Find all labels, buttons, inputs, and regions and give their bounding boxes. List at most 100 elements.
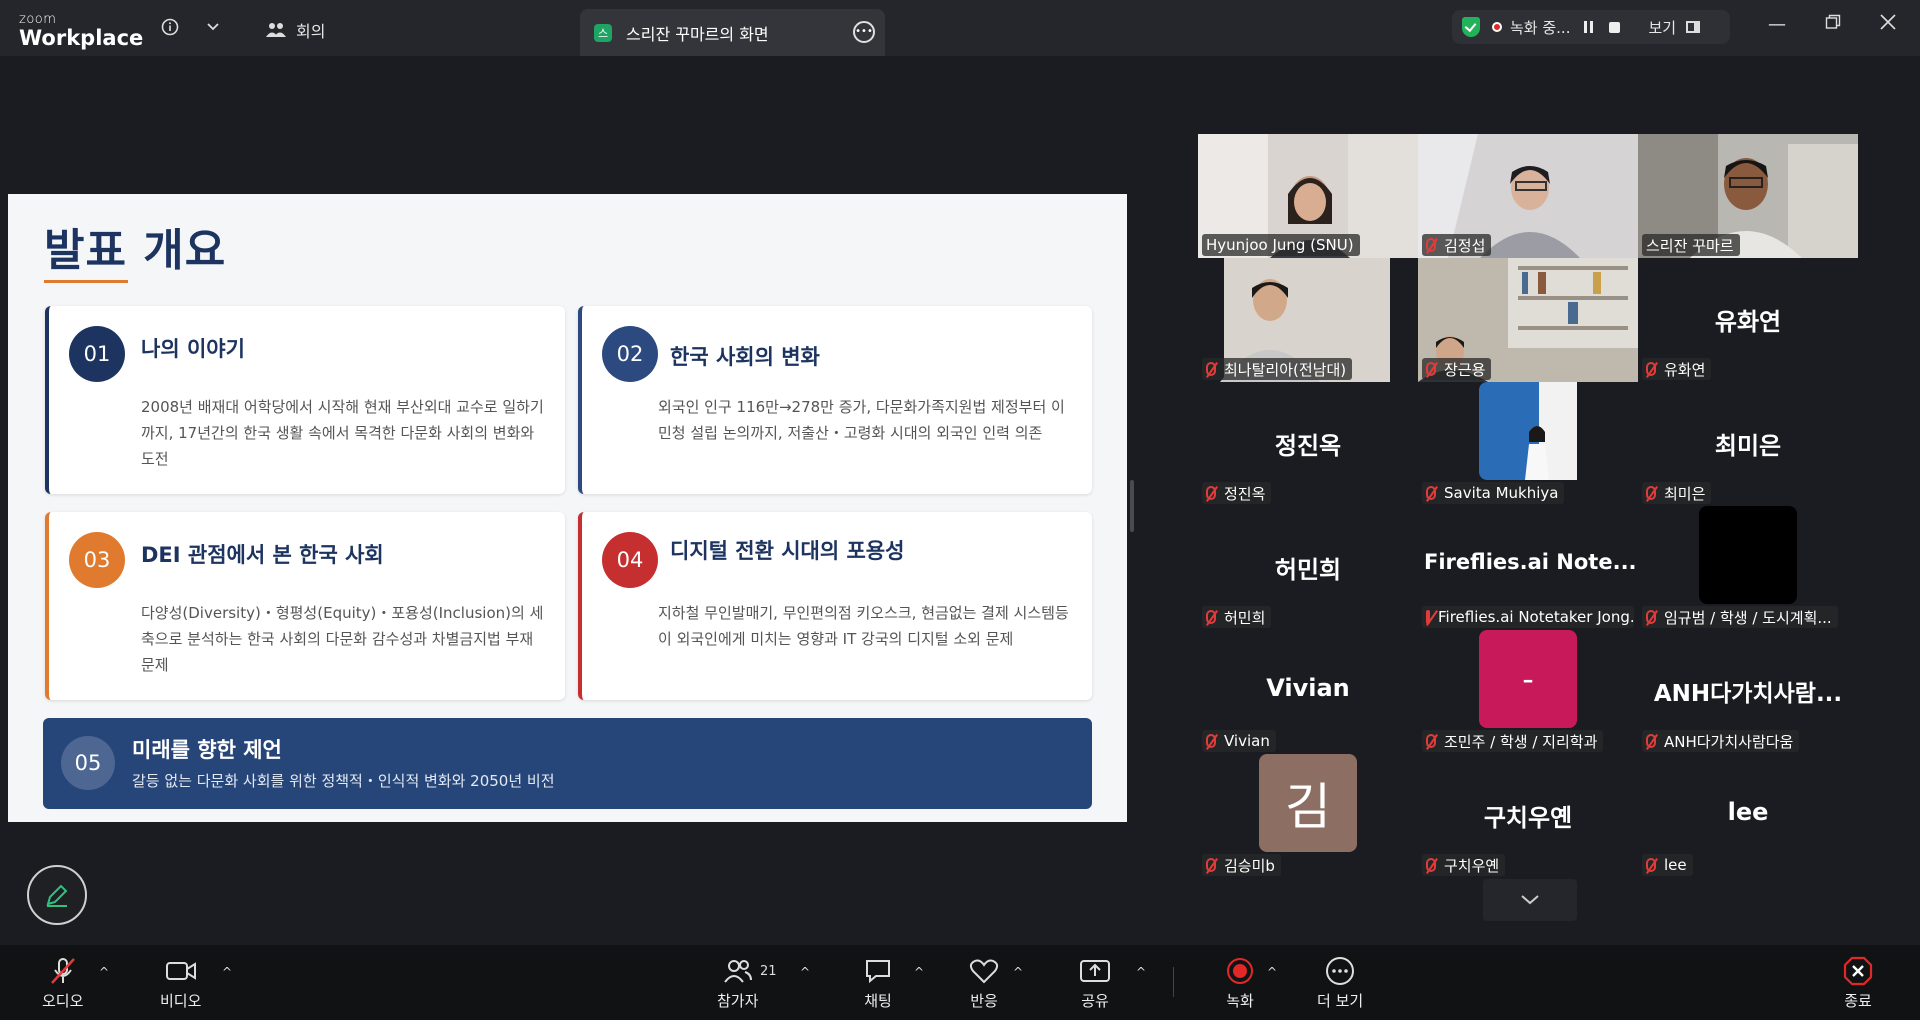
card-description: 다양성(Diversity)・형평성(Equity)・포용성(Inclusion… (141, 604, 544, 674)
shared-slide: 발표 개요 01 나의 이야기 2008년 배재대 어학당에서 시작해 현재 부… (8, 194, 1127, 822)
participant-tile[interactable]: ANH다가치사람... ANH다가치사람다움 (1638, 630, 1858, 754)
participant-tile[interactable]: Fireflies.ai Note... Fireflies.ai Noteta… (1418, 506, 1638, 630)
participant-display-name: 구치우옌 (1483, 804, 1573, 832)
participants-options-caret[interactable]: ^ (800, 965, 810, 979)
close-icon[interactable] (1880, 14, 1896, 35)
participant-tile[interactable]: 정진옥 정진옥 (1198, 382, 1418, 506)
participant-tile[interactable]: 임규범 / 학생 / 도시계획... (1638, 506, 1858, 630)
participant-tile[interactable]: Hyunjoo Jung (SNU) (1198, 134, 1418, 258)
video-options-caret[interactable]: ^ (222, 965, 232, 979)
muted-mic-icon (1426, 238, 1436, 252)
participant-display-name: Fireflies.ai Note... (1424, 550, 1637, 574)
more-label: 더 보기 (1317, 992, 1364, 1010)
profile-photo (1479, 382, 1577, 480)
participant-name: 최나탈리아(전남대) (1202, 358, 1353, 380)
participant-tile[interactable]: Savita Mukhiya (1418, 382, 1638, 506)
more-button[interactable]: 더 보기 (1317, 955, 1363, 1011)
participant-name: 유화연 (1642, 358, 1712, 380)
chat-button[interactable]: 채팅 (864, 955, 892, 1011)
record-button[interactable]: 녹화 (1225, 955, 1255, 1011)
participant-display-name: 허민희 (1274, 556, 1342, 584)
participant-display-name: ANH다가치사람... (1653, 681, 1843, 707)
chat-label: 채팅 (864, 992, 892, 1010)
meeting-menu[interactable]: 회의 (266, 18, 325, 42)
share-options-caret[interactable]: ^ (1136, 965, 1146, 979)
pause-icon[interactable] (1584, 21, 1594, 33)
annotate-button[interactable] (27, 865, 87, 925)
muted-mic-icon (1646, 486, 1656, 500)
muted-mic-icon (1206, 734, 1216, 748)
profile-avatar: - (1479, 630, 1577, 728)
participant-tile[interactable]: - 조민주 / 학생 / 지리학과 (1418, 630, 1638, 754)
participant-tile[interactable]: Vivian Vivian (1198, 630, 1418, 754)
muted-mic-icon (1426, 734, 1436, 748)
info-icon[interactable] (158, 15, 182, 39)
participants-label: 참가자 (717, 992, 759, 1010)
audio-button[interactable]: 오디오 (42, 955, 83, 1011)
title-underline (44, 280, 128, 283)
muted-mic-icon (1646, 734, 1656, 748)
participant-name: ANH다가치사람다움 (1642, 730, 1800, 752)
react-button[interactable]: 반응 (969, 955, 999, 1011)
share-tab-title: 스리잔 꾸마르의 화면 (626, 24, 769, 44)
minimize-icon[interactable]: — (1768, 14, 1786, 35)
end-call-icon (1843, 955, 1873, 987)
video-camera-icon (165, 955, 197, 987)
splitter-handle[interactable] (1130, 480, 1134, 532)
participant-tile[interactable]: 김 김승미b (1198, 754, 1418, 878)
meeting-label: 회의 (296, 22, 326, 41)
video-label: 비디오 (160, 992, 202, 1010)
view-button[interactable]: 보기 (1648, 17, 1676, 38)
share-screen-icon (1079, 955, 1111, 987)
participant-name: 조민주 / 학생 / 지리학과 (1422, 730, 1604, 752)
chat-options-caret[interactable]: ^ (914, 965, 924, 979)
screen-share-icon: 스 (594, 23, 612, 42)
participant-name: 정진옥 (1202, 482, 1272, 504)
participant-name: Vivian (1202, 730, 1276, 752)
agenda-card-2: 02 한국 사회의 변화 외국인 인구 116만→278만 증가, 다문화가족지… (578, 306, 1092, 494)
participant-tile[interactable]: 최나탈리아(전남대) (1198, 258, 1418, 382)
record-options-caret[interactable]: ^ (1267, 965, 1277, 979)
react-options-caret[interactable]: ^ (1013, 965, 1023, 979)
card-number: 04 (602, 532, 658, 588)
card-title: 한국 사회의 변화 (670, 345, 820, 369)
participants-icon (723, 955, 753, 987)
participant-display-name: 정진옥 (1274, 432, 1342, 460)
recording-dot-icon (1492, 22, 1502, 32)
share-button[interactable]: 공유 (1079, 955, 1111, 1011)
participant-tile[interactable]: 구치우옌 구치우옌 (1418, 754, 1638, 878)
participant-tile[interactable]: 허민희 허민희 (1198, 506, 1418, 630)
participant-tile[interactable]: 최미은 최미은 (1638, 382, 1858, 506)
participant-name: Hyunjoo Jung (SNU) (1202, 234, 1360, 256)
stop-icon[interactable] (1609, 21, 1621, 33)
more-icon (1325, 955, 1355, 987)
participant-tile[interactable]: 김정섭 (1418, 134, 1638, 258)
people-icon (266, 23, 286, 37)
heart-icon (969, 955, 999, 987)
participant-tile[interactable]: lee lee (1638, 754, 1858, 878)
card-title: 디지털 전환 시대의 포용성 (670, 539, 905, 563)
muted-mic-icon (1206, 362, 1216, 376)
end-meeting-button[interactable]: 종료 (1843, 955, 1873, 1011)
card-title: 미래를 향한 제언 (132, 738, 282, 762)
participant-tile[interactable]: 유화연 유화연 (1638, 258, 1858, 382)
audio-label: 오디오 (42, 992, 84, 1010)
participant-tile[interactable]: 장근용 (1418, 258, 1638, 382)
participants-button[interactable]: 참가자 (717, 955, 758, 1011)
card-title: 나의 이야기 (141, 337, 245, 361)
participant-tile-active-speaker[interactable]: 스리잔 꾸마르 (1638, 134, 1858, 258)
muted-mic-icon (1426, 610, 1430, 624)
restore-icon[interactable] (1825, 14, 1841, 35)
card-title: DEI 관점에서 본 한국 사회 (141, 543, 384, 567)
gallery-next-page-button[interactable] (1483, 879, 1577, 921)
video-button[interactable]: 비디오 (160, 955, 201, 1011)
record-icon (1225, 955, 1255, 987)
recording-status[interactable]: 녹화 중... 보기 (1452, 10, 1730, 44)
more-options-icon[interactable]: ••• (853, 21, 875, 43)
share-tab[interactable]: 스 스리잔 꾸마르의 화면 ••• (580, 9, 885, 56)
participant-name: Savita Mukhiya (1422, 482, 1565, 504)
chevron-down-icon[interactable] (203, 17, 223, 37)
participant-name: 스리잔 꾸마르 (1642, 234, 1740, 256)
audio-options-caret[interactable]: ^ (99, 965, 109, 979)
participant-display-name: Vivian (1266, 674, 1350, 702)
